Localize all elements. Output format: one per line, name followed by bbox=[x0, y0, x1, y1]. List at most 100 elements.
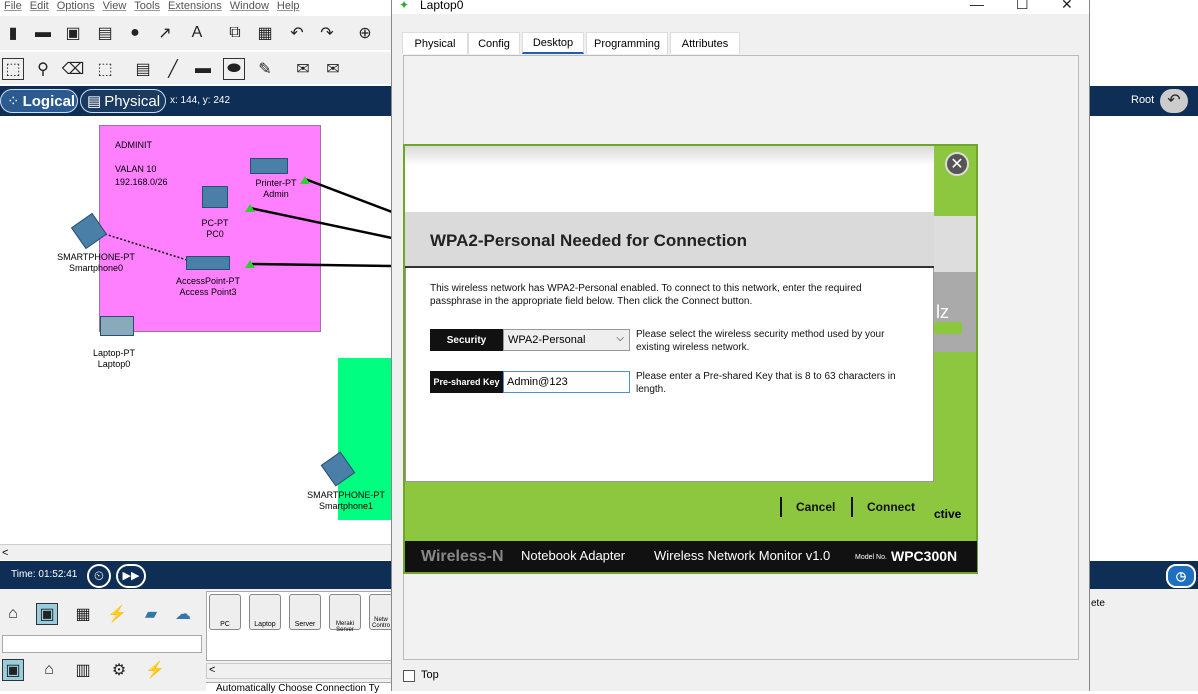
window-tabs: Physical Config Desktop Programming Attr… bbox=[402, 32, 1082, 54]
tab-programming[interactable]: Programming bbox=[586, 32, 668, 54]
cancel-button[interactable]: Cancel bbox=[780, 497, 835, 517]
delete-icon[interactable]: ⌫ bbox=[62, 58, 85, 80]
redo-icon[interactable]: ↷ bbox=[316, 22, 338, 44]
meraki-device-tile[interactable]: Meraki Server bbox=[329, 594, 361, 633]
open-folder-icon[interactable]: ▬ bbox=[32, 22, 54, 44]
network-controller-tile[interactable]: Netw Contro bbox=[369, 594, 393, 630]
home-category-icon[interactable]: ⌂ bbox=[38, 659, 60, 681]
menu-edit[interactable]: Edit bbox=[30, 0, 49, 12]
maximize-icon[interactable]: ☐ bbox=[1016, 0, 1029, 13]
cloud-icon[interactable]: ☁ bbox=[172, 603, 194, 625]
line-icon[interactable]: ╱ bbox=[162, 58, 184, 80]
pc-device-label: PC bbox=[220, 621, 230, 628]
close-dialog-icon[interactable]: ✕ bbox=[945, 152, 969, 176]
menu-extensions[interactable]: Extensions bbox=[168, 0, 222, 12]
dialog-top-band bbox=[405, 146, 934, 212]
device-list: PC Laptop Server Meraki Server Netw Cont… bbox=[206, 591, 393, 661]
tab-attributes[interactable]: Attributes bbox=[670, 32, 740, 54]
complex-pdu-icon[interactable]: ✉ bbox=[322, 58, 344, 80]
menu-tools[interactable]: Tools bbox=[134, 0, 160, 12]
rectangle-icon[interactable]: ▬ bbox=[192, 58, 214, 80]
power-cycle-icon[interactable]: ⏲ bbox=[87, 564, 111, 588]
printer-icon[interactable] bbox=[250, 158, 288, 174]
laptop-device-tile[interactable]: Laptop bbox=[249, 594, 281, 630]
copy-icon[interactable]: ⧉ bbox=[224, 22, 246, 44]
note-icon[interactable]: ▤ bbox=[132, 58, 154, 80]
scroll-left-icon[interactable]: < bbox=[0, 547, 8, 559]
zoom-in-icon[interactable]: ⊕ bbox=[354, 22, 376, 44]
pre-shared-key-input[interactable] bbox=[503, 371, 630, 393]
misc-icon[interactable]: ▰ bbox=[140, 603, 162, 625]
zone-subnet: 192.168.0/26 bbox=[115, 177, 168, 187]
pc-device-tile[interactable]: PC bbox=[209, 594, 241, 630]
meraki-device-label: Meraki Server bbox=[335, 621, 354, 633]
resize-icon[interactable]: ⬚ bbox=[94, 58, 116, 80]
activity-wizard-icon[interactable]: ↗ bbox=[154, 22, 176, 44]
zone-vlan: VALAN 10 bbox=[115, 164, 157, 174]
minimize-icon[interactable]: — bbox=[970, 0, 984, 12]
info-icon[interactable]: ● bbox=[124, 22, 146, 44]
end-devices-icon[interactable]: ▣ bbox=[36, 603, 58, 625]
laptop0-icon[interactable] bbox=[100, 316, 134, 336]
industrial-category-icon[interactable]: ⚙ bbox=[108, 659, 130, 681]
search-icon[interactable]: ⚲ bbox=[32, 58, 54, 80]
server-device-tile[interactable]: Server bbox=[289, 594, 321, 630]
root-label: Root bbox=[1131, 94, 1155, 106]
connections-icon[interactable]: ⚡ bbox=[106, 603, 128, 625]
simple-pdu-icon[interactable]: ✉ bbox=[292, 58, 314, 80]
city-category-icon[interactable]: ▥ bbox=[72, 659, 94, 681]
right-partial-text: ete bbox=[1091, 598, 1105, 609]
access-point-icon[interactable] bbox=[186, 256, 230, 270]
pc-category-icon[interactable]: ▣ bbox=[2, 659, 24, 681]
footer-model: WPC300N bbox=[891, 548, 958, 564]
menu-window[interactable]: Window bbox=[230, 0, 269, 12]
ellipse-icon[interactable]: ⬬ bbox=[223, 58, 245, 80]
logical-mode-button[interactable]: ⁘ Logical bbox=[0, 89, 78, 113]
print-icon[interactable]: ▤ bbox=[94, 22, 116, 44]
connect-button[interactable]: Connect bbox=[851, 497, 915, 517]
access-point-label: AccessPoint-PT Access Point3 bbox=[175, 276, 241, 297]
window-titlebar: ✦ Laptop0 — ☐ ✕ bbox=[392, 0, 1089, 14]
printer-label: Printer-PT Admin bbox=[255, 178, 297, 199]
power-category-icon[interactable]: ⚡ bbox=[144, 659, 166, 681]
side-partial-text: lz bbox=[936, 302, 949, 322]
tab-physical[interactable]: Physical bbox=[402, 32, 468, 54]
device-list-scrollbar[interactable]: < bbox=[206, 663, 392, 679]
menu-file[interactable]: File bbox=[4, 0, 22, 12]
paste-icon[interactable]: ▦ bbox=[254, 22, 276, 44]
tab-desktop[interactable]: Desktop bbox=[522, 32, 584, 54]
realtime-mode-icon[interactable]: ◷ bbox=[1166, 564, 1196, 588]
dialog-heading: WPA2-Personal Needed for Connection bbox=[430, 231, 748, 250]
menu-help[interactable]: Help bbox=[277, 0, 300, 12]
select-icon[interactable]: ⬚ bbox=[2, 58, 24, 80]
fast-forward-icon[interactable]: ▶▶ bbox=[116, 564, 146, 588]
mode-bar-right: Root ↶ bbox=[1090, 86, 1198, 116]
new-file-icon[interactable]: ▮ bbox=[2, 22, 24, 44]
undo-icon[interactable]: ↶ bbox=[286, 22, 308, 44]
security-select[interactable]: WPA2-Personal ⌵ bbox=[503, 329, 630, 351]
time-bar: Time: 01:52:41 ⏲ ▶▶ bbox=[0, 561, 392, 589]
top-label: Top bbox=[421, 669, 439, 681]
text-tool-icon[interactable]: A bbox=[186, 22, 208, 44]
pc-icon[interactable] bbox=[202, 186, 228, 208]
physical-mode-button[interactable]: ▤ Physical bbox=[80, 89, 166, 113]
top-checkbox[interactable] bbox=[403, 670, 415, 682]
network-devices-icon[interactable]: ⌂ bbox=[2, 603, 24, 625]
menu-options[interactable]: Options bbox=[57, 0, 95, 12]
back-icon[interactable]: ↶ bbox=[1160, 89, 1188, 113]
tab-config[interactable]: Config bbox=[468, 32, 520, 54]
save-icon[interactable]: ▣ bbox=[62, 22, 84, 44]
close-window-icon[interactable]: ✕ bbox=[1061, 0, 1073, 13]
footer-product: Notebook Adapter bbox=[521, 548, 626, 563]
horizontal-scrollbar[interactable]: < bbox=[0, 544, 392, 560]
menu-bar: File Edit Options View Tools Extensions Window… bbox=[0, 0, 392, 14]
device-category-field[interactable] bbox=[2, 635, 202, 653]
security-help: Please select the wireless security meth… bbox=[636, 329, 885, 353]
freeform-icon[interactable]: ✎ bbox=[254, 58, 276, 80]
logical-icon: ⁘ bbox=[7, 93, 20, 110]
components-icon[interactable]: ▦ bbox=[72, 603, 94, 625]
physical-icon: ▤ bbox=[87, 93, 102, 110]
smartphone0-label: SMARTPHONE-PT Smartphone0 bbox=[57, 252, 135, 273]
side-active-label: ctive bbox=[934, 490, 976, 538]
menu-view[interactable]: View bbox=[103, 0, 127, 12]
